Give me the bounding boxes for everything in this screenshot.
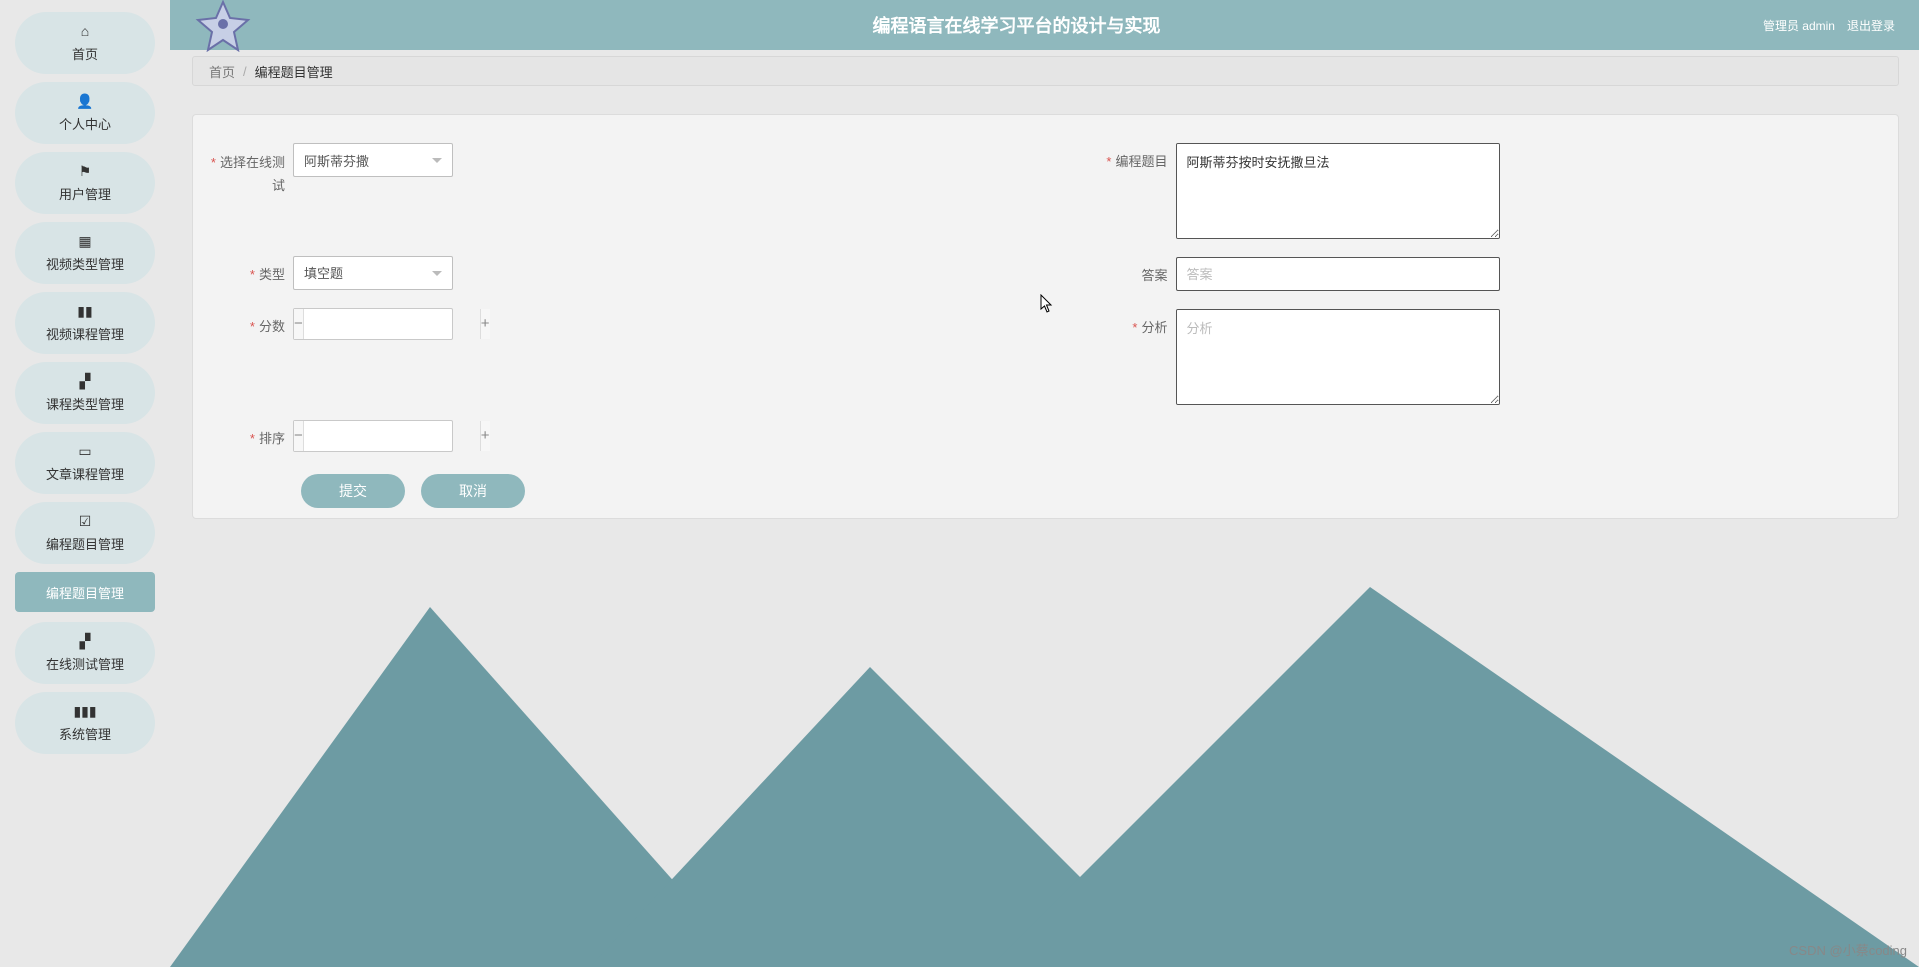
label-order: 排序 [203,420,293,447]
sidebar-item-label: 系统管理 [59,724,111,743]
sidebar-item-system[interactable]: ▮▮▮ 系统管理 [15,692,155,754]
question-textarea[interactable] [1177,144,1499,238]
order-decrement[interactable]: − [294,421,304,451]
watermark: CSDN @小蔡coding [1789,940,1907,959]
select-online-test[interactable]: 阿斯蒂芬撒 [293,143,453,177]
sidebar-item-user-mgmt[interactable]: ⚑ 用户管理 [15,152,155,214]
label-select-test: 选择在线测试 [203,143,293,198]
analysis-textarea[interactable] [1177,310,1499,404]
check-icon: ☑ [79,514,92,528]
sidebar-item-label: 课程类型管理 [46,394,124,413]
score-input[interactable] [304,309,480,339]
mountain-decoration [170,547,1919,967]
sidebar-subitem-problem-mgmt[interactable]: 编程题目管理 [15,572,155,612]
book-icon: ▮▮ [77,304,92,318]
breadcrumb-separator: / [243,64,247,79]
header-decoration [170,0,270,50]
home-icon: ⌂ [81,24,89,38]
select-type[interactable]: 填空题 [293,256,453,290]
submit-button[interactable]: 提交 [301,474,405,508]
sidebar-item-label: 首页 [72,44,98,63]
header: 编程语言在线学习平台的设计与实现 管理员 admin 退出登录 [170,0,1919,50]
order-increment[interactable]: + [480,421,490,451]
breadcrumb: 首页 / 编程题目管理 [192,56,1899,86]
label-question: 编程题目 [1086,143,1176,170]
page-title: 编程语言在线学习平台的设计与实现 [270,12,1763,38]
score-increment[interactable]: + [480,309,490,339]
label-analysis: 分析 [1086,309,1176,336]
answer-input-wrap [1176,257,1500,291]
sidebar-item-label: 编程题目管理 [46,534,124,553]
grid-icon: ▦ [78,234,91,248]
sidebar-item-video-type[interactable]: ▦ 视频类型管理 [15,222,155,284]
user-icon: 👤 [76,94,93,108]
score-decrement[interactable]: − [294,309,304,339]
header-right: 管理员 admin 退出登录 [1763,17,1919,34]
sidebar-subitem-label: 编程题目管理 [46,583,124,602]
sidebar-item-label: 视频课程管理 [46,324,124,343]
admin-label[interactable]: 管理员 admin [1763,17,1835,34]
select-value: 填空题 [304,263,343,282]
flower-icon [188,0,258,52]
label-answer: 答案 [1086,257,1176,284]
sidebar-item-label: 用户管理 [59,184,111,203]
sidebar-item-label: 个人中心 [59,114,111,133]
breadcrumb-home[interactable]: 首页 [209,62,235,81]
cancel-button[interactable]: 取消 [421,474,525,508]
order-input[interactable] [304,421,480,451]
sidebar: ⌂ 首页 👤 个人中心 ⚑ 用户管理 ▦ 视频类型管理 ▮▮ 视频课程管理 ▞ … [0,0,170,967]
sidebar-item-label: 视频类型管理 [46,254,124,273]
analysis-textarea-wrap [1176,309,1500,405]
sidebar-item-home[interactable]: ⌂ 首页 [15,12,155,74]
flag-icon: ⚑ [79,164,92,178]
sidebar-item-profile[interactable]: 👤 个人中心 [15,82,155,144]
sidebar-item-label: 文章课程管理 [46,464,124,483]
label-score: 分数 [203,308,293,335]
answer-input[interactable] [1187,258,1471,290]
bars-icon: ▮▮▮ [73,704,96,718]
sidebar-item-online-test[interactable]: ▞ 在线测试管理 [15,622,155,684]
sidebar-item-label: 在线测试管理 [46,654,124,673]
label-type: 类型 [203,256,293,283]
form-panel: 选择在线测试 阿斯蒂芬撒 类型 填空题 分数 − + [192,114,1899,519]
logout-link[interactable]: 退出登录 [1847,17,1895,34]
order-stepper[interactable]: − + [293,420,453,452]
score-stepper[interactable]: − + [293,308,453,340]
tiles-icon: ▞ [80,634,91,648]
sidebar-item-problem-mgmt[interactable]: ☑ 编程题目管理 [15,502,155,564]
sidebar-item-article-course[interactable]: ▭ 文章课程管理 [15,432,155,494]
question-textarea-wrap [1176,143,1500,239]
sidebar-item-course-type[interactable]: ▞ 课程类型管理 [15,362,155,424]
briefcase-icon: ▭ [78,444,91,458]
tiles-icon: ▞ [80,374,91,388]
sidebar-item-video-course[interactable]: ▮▮ 视频课程管理 [15,292,155,354]
breadcrumb-current: 编程题目管理 [255,62,333,81]
select-value: 阿斯蒂芬撒 [304,151,369,170]
